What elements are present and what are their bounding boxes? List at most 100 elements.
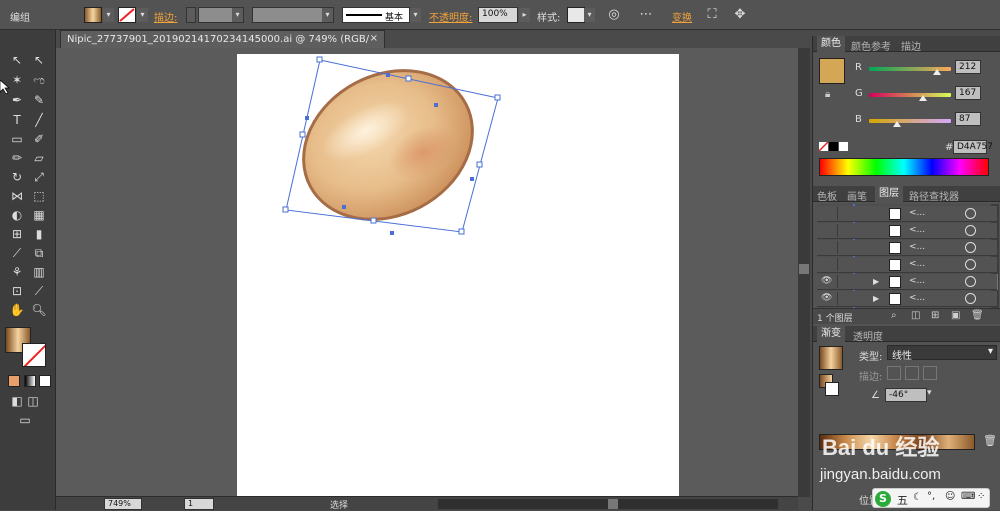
style-swatch[interactable] bbox=[567, 7, 585, 23]
target-circle-icon[interactable] bbox=[965, 208, 976, 219]
curvature-tool-icon[interactable]: ✎ bbox=[30, 92, 48, 108]
document-tab[interactable]: Nipic_27737901_20190214170234145000.ai @… bbox=[60, 30, 385, 60]
selection-tool-icon[interactable]: ↖ bbox=[8, 52, 26, 68]
stroke-weight-field[interactable]: ▾ bbox=[198, 7, 244, 23]
tab-stroke[interactable]: 描边 bbox=[901, 38, 921, 53]
scale-tool-icon[interactable]: ⤢ bbox=[30, 169, 48, 185]
transform-link[interactable]: 变换 bbox=[672, 9, 692, 24]
opacity-label[interactable]: 不透明度: bbox=[429, 9, 472, 24]
g-slider[interactable] bbox=[869, 93, 951, 97]
tab-layers[interactable]: 图层 bbox=[875, 186, 903, 202]
r-value-field[interactable]: 212 bbox=[955, 60, 981, 74]
align-icon[interactable]: ⋯ bbox=[638, 7, 654, 23]
screen-mode-icon[interactable]: ◫ bbox=[24, 393, 42, 409]
pencil-tool-icon[interactable]: ✏ bbox=[8, 150, 26, 166]
visibility-eye-icon[interactable] bbox=[821, 259, 833, 271]
shape-builder-icon[interactable]: ◐ bbox=[8, 207, 26, 223]
tab-swatches[interactable]: 色板 bbox=[817, 188, 837, 203]
gradient-stroke-icon[interactable] bbox=[825, 382, 839, 396]
lasso-icon[interactable]: ಌ bbox=[30, 72, 48, 88]
blend-tool-icon[interactable]: ⧉ bbox=[30, 245, 48, 261]
vertical-scroll-thumb[interactable] bbox=[799, 264, 809, 274]
layer-row[interactable]: 👁︎ ▶ <... bbox=[817, 291, 997, 307]
b-slider[interactable] bbox=[869, 119, 951, 123]
opacity-input[interactable]: 100% bbox=[478, 7, 518, 23]
slice-tool-icon[interactable]: ⟋ bbox=[30, 283, 48, 299]
lock-toggle[interactable] bbox=[837, 207, 849, 220]
type-tool-icon[interactable]: T bbox=[8, 112, 26, 128]
target-circle-icon[interactable] bbox=[965, 259, 976, 270]
delete-layer-icon[interactable]: 🗑︎ bbox=[971, 310, 984, 321]
layer-name[interactable]: <... bbox=[909, 293, 925, 303]
b-slider-handle[interactable] bbox=[892, 121, 901, 127]
gradient-angle-field[interactable]: -46° bbox=[885, 388, 927, 402]
none-swatch[interactable] bbox=[819, 142, 828, 151]
ime-settings-icon[interactable]: ⁘ bbox=[977, 491, 985, 502]
none-mode-icon[interactable] bbox=[39, 375, 51, 387]
ime-punct-icon[interactable]: °, bbox=[927, 491, 935, 502]
rotate-tool-icon[interactable]: ↻ bbox=[8, 169, 26, 185]
make-clipping-mask-icon[interactable]: ◫ bbox=[911, 310, 920, 321]
target-circle-icon[interactable] bbox=[965, 293, 976, 304]
perspective-grid-icon[interactable]: ▦ bbox=[30, 207, 48, 223]
expand-arrow-icon[interactable]: ▶ bbox=[873, 277, 879, 286]
stroke-along-icon[interactable] bbox=[905, 366, 919, 380]
brush-dropdown-icon[interactable]: ▾ bbox=[410, 8, 421, 22]
fill-dropdown-icon[interactable]: ▾ bbox=[103, 8, 114, 22]
stroke-swatch[interactable] bbox=[118, 7, 136, 23]
free-transform-icon[interactable]: ⬚ bbox=[30, 188, 48, 204]
color-mode-icon[interactable] bbox=[8, 375, 20, 387]
close-tab-icon[interactable]: × bbox=[370, 33, 378, 44]
ime-keyboard-icon[interactable]: ⌨ bbox=[961, 491, 975, 502]
isolate-group-icon[interactable]: ⛶ bbox=[704, 7, 720, 23]
zoom-field[interactable]: 749% bbox=[104, 498, 142, 510]
visibility-eye-icon[interactable] bbox=[821, 225, 833, 237]
layer-name[interactable]: <... bbox=[909, 276, 925, 286]
target-circle-icon[interactable] bbox=[965, 225, 976, 236]
eraser-tool-icon[interactable]: ▱ bbox=[30, 150, 48, 166]
layer-row[interactable]: <... bbox=[817, 240, 997, 256]
fill-swatch[interactable] bbox=[84, 7, 102, 23]
paintbrush-icon[interactable]: ✐ bbox=[30, 131, 48, 147]
brush-dropdown[interactable]: 基本 bbox=[342, 7, 410, 23]
g-slider-handle[interactable] bbox=[918, 95, 927, 101]
tab-color[interactable]: 颜色 bbox=[817, 36, 845, 52]
horizontal-scroll-thumb[interactable] bbox=[608, 499, 618, 509]
stroke-dropdown-icon[interactable]: ▾ bbox=[137, 8, 148, 22]
artboard-tool-icon[interactable]: ⊡ bbox=[8, 283, 26, 299]
layer-row[interactable]: <... bbox=[817, 223, 997, 239]
target-circle-icon[interactable] bbox=[965, 276, 976, 287]
line-tool-icon[interactable]: ╱ bbox=[30, 112, 48, 128]
layer-row[interactable]: <... bbox=[817, 206, 997, 222]
direct-selection-tool-icon[interactable]: ↖ bbox=[30, 52, 48, 68]
lock-toggle[interactable] bbox=[837, 224, 849, 237]
graph-tool-icon[interactable]: ▥ bbox=[30, 264, 48, 280]
g-value-field[interactable]: 167 bbox=[955, 86, 981, 100]
ime-logo-icon[interactable]: S bbox=[875, 491, 891, 507]
new-sublayer-icon[interactable]: ⊞ bbox=[931, 310, 939, 321]
lock-toggle[interactable] bbox=[837, 275, 849, 288]
visibility-eye-icon[interactable] bbox=[821, 242, 833, 254]
b-value-field[interactable]: 87 bbox=[955, 112, 981, 126]
zoom-tool-icon[interactable]: 🔍︎ bbox=[30, 302, 48, 318]
vertical-scrollbar[interactable] bbox=[798, 48, 810, 497]
lock-icon[interactable]: 🔒︎ bbox=[825, 89, 830, 100]
stroke-color-box[interactable] bbox=[22, 343, 46, 367]
ime-emoji-icon[interactable]: ☺ bbox=[945, 491, 955, 502]
stroke-spinner[interactable] bbox=[186, 7, 196, 23]
stroke-across-icon[interactable] bbox=[923, 366, 937, 380]
symbol-sprayer-icon[interactable]: ⚘ bbox=[8, 264, 26, 280]
expand-arrow-icon[interactable]: ▶ bbox=[873, 294, 879, 303]
tab-transparency[interactable]: 透明度 bbox=[853, 328, 883, 343]
lock-toggle[interactable] bbox=[837, 258, 849, 271]
locate-object-icon[interactable]: ⌕ bbox=[891, 310, 897, 321]
rectangle-tool-icon[interactable]: ▭ bbox=[8, 131, 26, 147]
r-slider-handle[interactable] bbox=[933, 69, 942, 75]
hand-tool-icon[interactable]: ✋ bbox=[8, 302, 26, 318]
change-screen-mode-icon[interactable]: ▭ bbox=[16, 412, 34, 428]
recolor-artwork-icon[interactable]: ◎ bbox=[606, 7, 622, 23]
ime-mode-icon[interactable]: 五 bbox=[897, 492, 908, 508]
new-layer-icon[interactable]: ▣ bbox=[951, 310, 960, 321]
visibility-eye-icon[interactable]: 👁︎ bbox=[821, 276, 833, 288]
layer-name[interactable]: <... bbox=[909, 225, 925, 235]
